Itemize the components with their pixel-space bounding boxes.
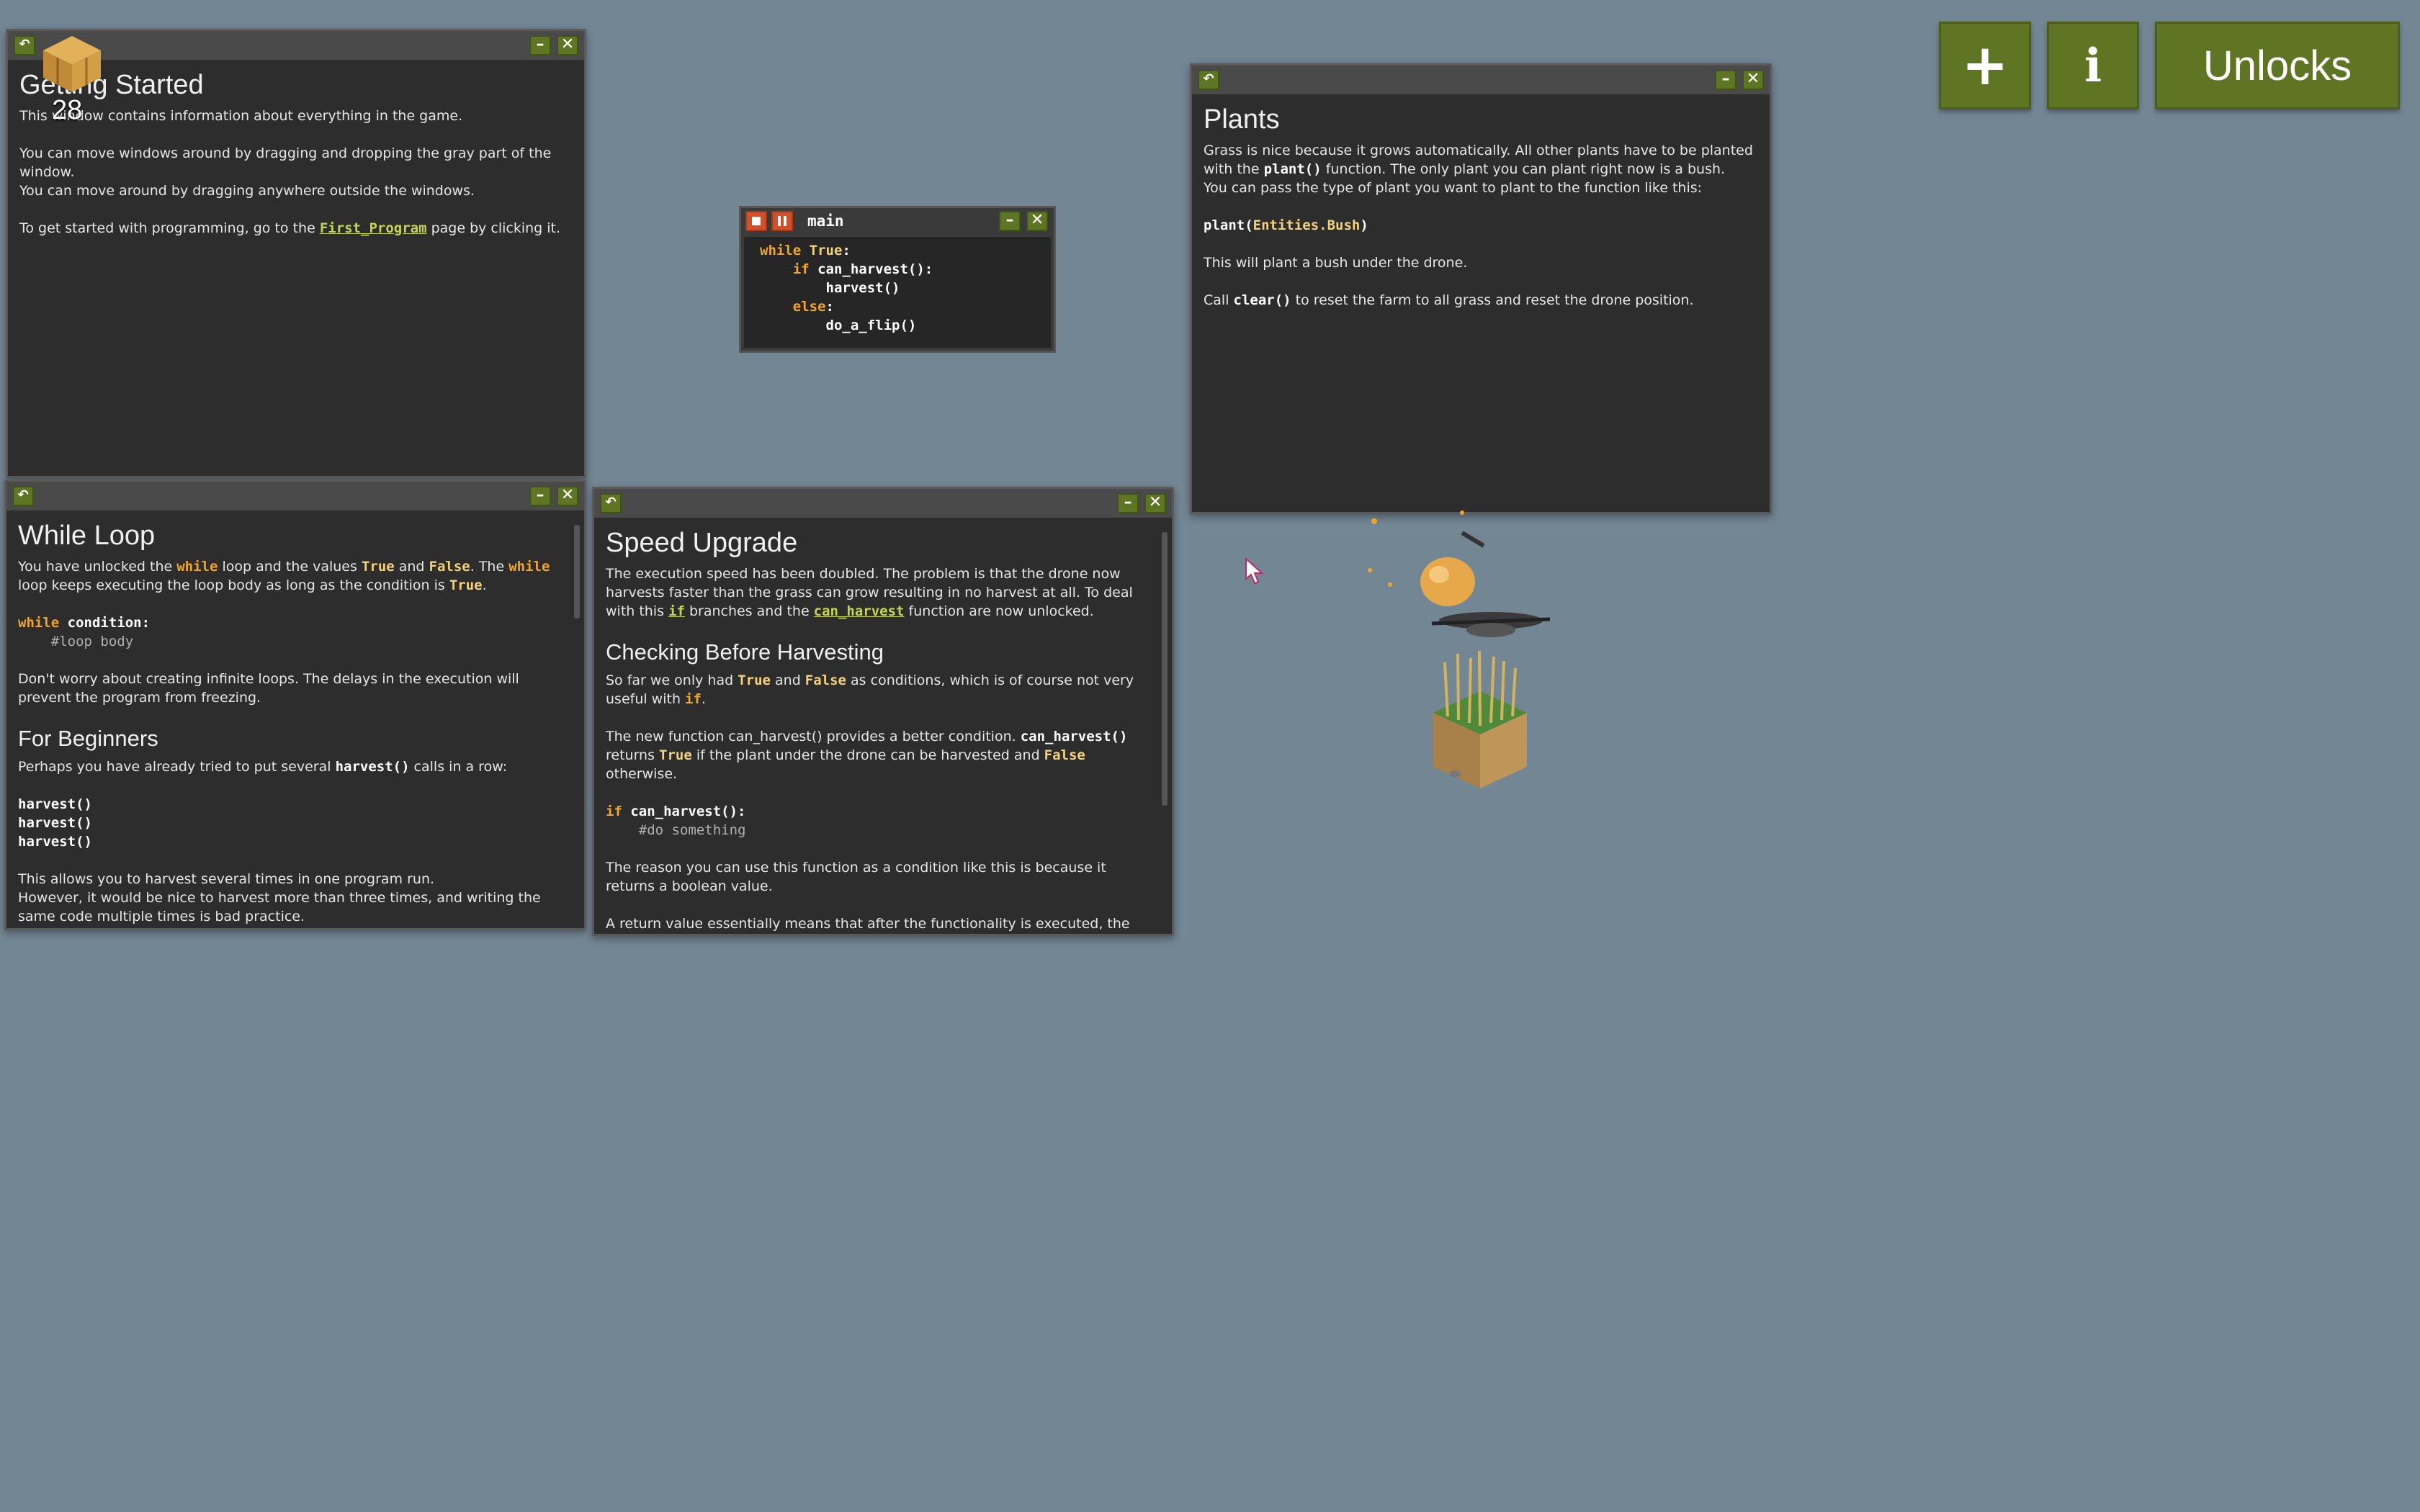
scrollbar[interactable] bbox=[1162, 532, 1168, 806]
paragraph: The execution speed has been doubled. Th… bbox=[606, 566, 1133, 619]
main-code-window: main – ✕ while True: if can_harvest(): h… bbox=[739, 206, 1056, 353]
resource-count: 28 bbox=[52, 95, 83, 125]
close-button[interactable]: ✕ bbox=[1144, 493, 1166, 513]
paragraph: This allows you to harvest several times… bbox=[18, 871, 435, 887]
minimize-button[interactable]: – bbox=[529, 486, 551, 506]
plus-icon: + bbox=[1961, 33, 2009, 98]
window-titlebar[interactable]: main – ✕ bbox=[741, 208, 1054, 234]
minimize-button[interactable]: – bbox=[529, 35, 551, 55]
paragraph: The new function can_harvest() provides … bbox=[606, 729, 1128, 782]
window-content[interactable]: Plants Grass is nice because it grows au… bbox=[1192, 94, 1770, 512]
back-button[interactable]: ↶ bbox=[600, 493, 622, 513]
paragraph: The reason you can use this function as … bbox=[606, 860, 1106, 894]
back-button[interactable]: ↶ bbox=[14, 35, 35, 55]
minimize-button[interactable]: – bbox=[1715, 70, 1736, 90]
close-icon: ✕ bbox=[560, 486, 575, 504]
minimize-button[interactable]: – bbox=[999, 211, 1021, 231]
code-line: harvest() bbox=[825, 280, 900, 296]
drone-icon bbox=[1368, 510, 1551, 637]
window-titlebar[interactable]: ↶ – ✕ bbox=[1192, 66, 1770, 94]
paragraph: Don't worry about creating infinite loop… bbox=[18, 671, 519, 706]
paragraph: Perhaps you have already tried to put se… bbox=[18, 759, 508, 775]
back-arrow-icon: ↶ bbox=[19, 37, 30, 52]
pause-button[interactable] bbox=[771, 211, 793, 231]
paragraph: A return value essentially means that af… bbox=[606, 916, 1130, 932]
resource-counter: 28 bbox=[36, 29, 108, 125]
close-icon: ✕ bbox=[560, 35, 575, 53]
paragraph: To get started with programming, go to t… bbox=[19, 220, 561, 236]
close-icon: ✕ bbox=[1030, 211, 1044, 229]
minimize-icon: – bbox=[1005, 211, 1014, 229]
close-button[interactable]: ✕ bbox=[557, 35, 578, 55]
page-title: Plants bbox=[1204, 104, 1280, 135]
window-titlebar[interactable]: ↶ – ✕ bbox=[6, 482, 584, 510]
code-line: if can_harvest(): bbox=[792, 261, 933, 277]
add-button[interactable]: + bbox=[1939, 22, 2031, 109]
section-title: Checking Before Harvesting bbox=[606, 639, 884, 665]
window-content[interactable]: Speed Upgrade The execution speed has be… bbox=[594, 518, 1172, 934]
hay-bale-icon bbox=[43, 36, 101, 92]
info-icon: i bbox=[2084, 38, 2102, 93]
minimize-icon: – bbox=[536, 35, 544, 53]
code-block: plant(Entities.Bush) bbox=[1204, 217, 1368, 233]
close-icon: ✕ bbox=[1746, 70, 1760, 88]
while-loop-window: ↶ – ✕ While Loop You have unlocked the w… bbox=[4, 480, 586, 930]
back-arrow-icon: ↶ bbox=[1203, 71, 1214, 86]
minimize-icon: – bbox=[536, 486, 544, 504]
close-button[interactable]: ✕ bbox=[1026, 211, 1048, 231]
paragraph: Call clear() to reset the farm to all gr… bbox=[1204, 292, 1694, 308]
page-title: While Loop bbox=[18, 521, 156, 551]
back-arrow-icon: ↶ bbox=[17, 487, 29, 503]
code-editor[interactable]: while True: if can_harvest(): harvest() … bbox=[744, 237, 1051, 348]
back-arrow-icon: ↶ bbox=[605, 495, 617, 510]
close-button[interactable]: ✕ bbox=[557, 486, 578, 506]
window-titlebar[interactable]: ↶ – ✕ bbox=[594, 489, 1172, 518]
if-link[interactable]: if bbox=[668, 603, 685, 619]
plants-window: ↶ – ✕ Plants Grass is nice because it gr… bbox=[1190, 63, 1772, 514]
window-content[interactable]: While Loop You have unlocked the while l… bbox=[6, 510, 584, 928]
back-button[interactable]: ↶ bbox=[1198, 70, 1219, 90]
close-icon: ✕ bbox=[1148, 493, 1162, 511]
farm-scene[interactable] bbox=[1354, 504, 1585, 792]
can-harvest-link[interactable]: can_harvest bbox=[814, 603, 905, 619]
section-title: For Beginners bbox=[18, 726, 158, 751]
stop-button[interactable] bbox=[745, 211, 767, 231]
paragraph: You can move around by dragging anywhere… bbox=[19, 183, 475, 199]
paragraph: Grass is nice because it grows automatic… bbox=[1204, 143, 1753, 177]
minimize-button[interactable]: – bbox=[1117, 493, 1139, 513]
script-name: main bbox=[807, 212, 844, 230]
page-title: Speed Upgrade bbox=[606, 528, 798, 558]
paragraph: So far we only had True and False as con… bbox=[606, 672, 1134, 707]
unlocks-label: Unlocks bbox=[2202, 42, 2352, 89]
speed-upgrade-window: ↶ – ✕ Speed Upgrade The execution speed … bbox=[592, 487, 1174, 936]
code-block: harvest() harvest() harvest() bbox=[18, 796, 92, 850]
grass-tile-icon bbox=[1433, 650, 1527, 788]
paragraph: You can pass the type of plant you want … bbox=[1204, 180, 1703, 196]
unlocks-button[interactable]: Unlocks bbox=[2155, 22, 2400, 109]
code-block: while condition: #loop body bbox=[18, 615, 151, 649]
code-line: else: bbox=[792, 299, 834, 315]
paragraph: You can move windows around by dragging … bbox=[19, 145, 552, 180]
paragraph: However, it would be nice to harvest mor… bbox=[18, 890, 541, 924]
code-block: if can_harvest(): #do something bbox=[606, 804, 746, 838]
scrollbar[interactable] bbox=[574, 525, 580, 618]
minimize-icon: – bbox=[1721, 70, 1730, 88]
paragraph: You have unlocked the while loop and the… bbox=[18, 559, 550, 593]
info-button[interactable]: i bbox=[2047, 22, 2139, 109]
mouse-cursor-icon bbox=[1245, 557, 1264, 585]
minimize-icon: – bbox=[1124, 493, 1132, 511]
code-line: while True: bbox=[760, 243, 851, 258]
pause-icon bbox=[778, 216, 786, 226]
back-button[interactable]: ↶ bbox=[12, 486, 34, 506]
close-button[interactable]: ✕ bbox=[1742, 70, 1764, 90]
paragraph: This will plant a bush under the drone. bbox=[1204, 255, 1468, 271]
first-program-link[interactable]: First_Program bbox=[320, 220, 427, 236]
code-line: do_a_flip() bbox=[825, 318, 917, 333]
stop-icon bbox=[752, 217, 761, 225]
